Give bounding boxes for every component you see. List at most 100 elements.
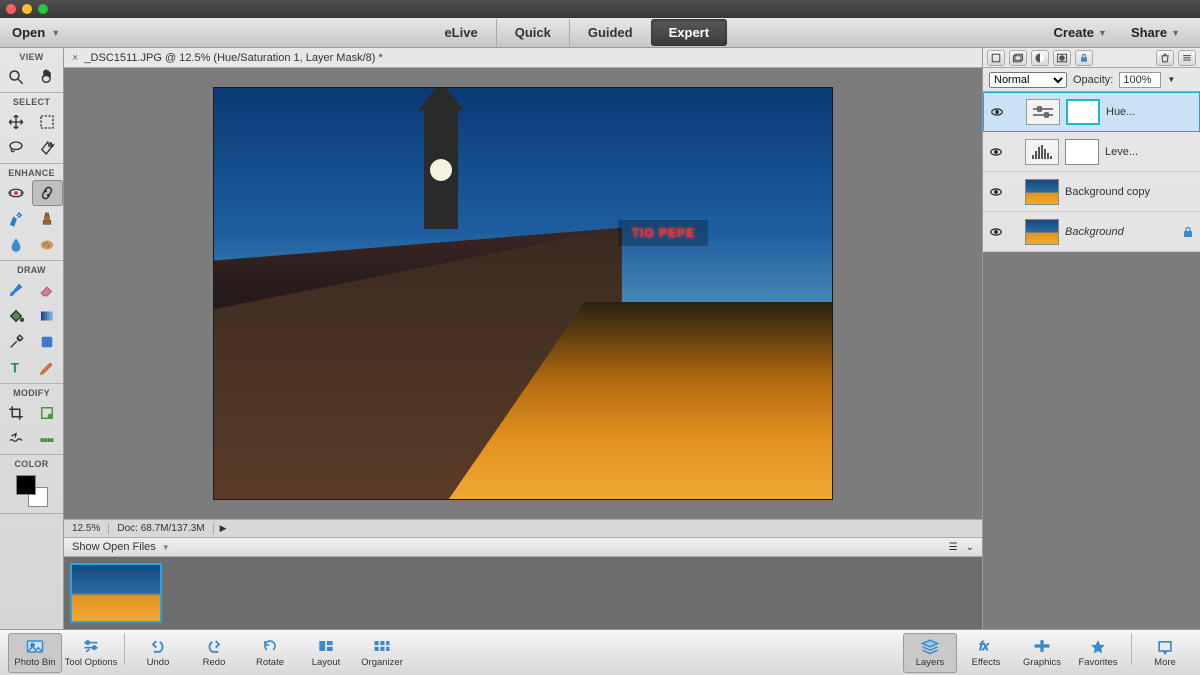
levels-icon [1025, 139, 1059, 165]
sponge-tool[interactable] [32, 232, 64, 258]
eyedropper-tool[interactable] [0, 329, 32, 355]
paint-bucket-tool[interactable] [0, 303, 32, 329]
tab-quick[interactable]: Quick [496, 19, 569, 46]
blur-tool[interactable] [0, 232, 32, 258]
gradient-tool[interactable] [32, 303, 64, 329]
clone-stamp-tool[interactable] [32, 206, 64, 232]
zoom-tool[interactable] [0, 64, 32, 90]
close-icon[interactable]: × [72, 52, 78, 64]
tab-guided[interactable]: Guided [569, 19, 651, 46]
list-view-icon[interactable]: ☰ [949, 542, 958, 553]
minimize-icon[interactable] [22, 4, 32, 14]
canvas[interactable]: TIO PEPE [213, 87, 833, 500]
open-menu[interactable]: Open ▼ [0, 25, 110, 40]
mode-tabs: eLive Quick Guided Expert [110, 19, 1044, 46]
app-toolbar: Open ▼ eLive Quick Guided Expert Create▼… [0, 18, 1200, 48]
chevron-down-icon[interactable]: ▼ [1167, 75, 1175, 84]
brush-tool[interactable] [0, 277, 32, 303]
image-clock [430, 159, 452, 181]
layer-row[interactable]: Background [983, 212, 1200, 252]
photo-bin-thumbnail[interactable] [70, 563, 162, 623]
open-label: Open [12, 25, 45, 40]
taskbar: Photo Bin Tool Options Undo Redo Rotate … [0, 629, 1200, 675]
panel-menu-icon[interactable] [1178, 50, 1196, 66]
layer-name[interactable]: Hue... [1106, 106, 1193, 118]
visibility-icon[interactable] [989, 145, 1003, 159]
layer-thumbnail [1025, 219, 1059, 245]
layer-row[interactable]: Hue... [983, 92, 1200, 132]
hue-saturation-icon [1026, 99, 1060, 125]
redeye-tool[interactable] [0, 180, 32, 206]
maximize-icon[interactable] [38, 4, 48, 14]
layers-button[interactable]: Layers [903, 633, 957, 673]
layer-row[interactable]: Background copy [983, 172, 1200, 212]
new-layer-icon[interactable] [987, 50, 1005, 66]
blend-mode-select[interactable]: Normal [989, 72, 1067, 88]
canvas-viewport[interactable]: TIO PEPE [64, 68, 982, 519]
adjustment-layer-icon[interactable] [1031, 50, 1049, 66]
straighten-tool[interactable] [32, 426, 64, 452]
organizer-button[interactable]: Organizer [355, 633, 409, 673]
layer-name[interactable]: Background [1065, 226, 1176, 238]
layer-name[interactable]: Leve... [1105, 146, 1194, 158]
visibility-icon[interactable] [989, 225, 1003, 239]
document-title: _DSC1511.JPG @ 12.5% (Hue/Saturation 1, … [84, 52, 382, 64]
new-group-icon[interactable] [1009, 50, 1027, 66]
layer-row[interactable]: Leve... [983, 132, 1200, 172]
zoom-display[interactable]: 12.5% [64, 523, 109, 534]
redo-button[interactable]: Redo [187, 633, 241, 673]
smart-brush-tool[interactable] [0, 206, 32, 232]
recompose-tool[interactable] [32, 400, 64, 426]
pencil-tool[interactable] [32, 355, 64, 381]
open-files-dropdown[interactable]: Show Open Files ▼ [72, 541, 170, 553]
graphics-button[interactable]: Graphics [1015, 633, 1069, 673]
document-area: × _DSC1511.JPG @ 12.5% (Hue/Saturation 1… [64, 48, 982, 629]
eraser-tool[interactable] [32, 277, 64, 303]
hand-tool[interactable] [32, 64, 64, 90]
lock-icon[interactable] [1075, 50, 1093, 66]
tab-elive[interactable]: eLive [426, 19, 495, 46]
quick-selection-tool[interactable] [32, 135, 64, 161]
layer-mask-thumb[interactable] [1066, 99, 1100, 125]
toolbox-section-enhance: ENHANCE [0, 166, 63, 180]
opacity-value[interactable]: 100% [1119, 72, 1161, 88]
favorites-button[interactable]: Favorites [1071, 633, 1125, 673]
lasso-tool[interactable] [0, 135, 32, 161]
more-button[interactable]: More [1138, 633, 1192, 673]
move-tool[interactable] [0, 109, 32, 135]
close-icon[interactable] [6, 4, 16, 14]
chevron-down-icon: ▼ [1171, 28, 1180, 38]
image-tower [424, 109, 458, 229]
doc-size-display[interactable]: Doc: 68.7M/137.3M [109, 523, 213, 534]
shape-tool[interactable] [32, 329, 64, 355]
status-menu-icon[interactable]: ▶ [214, 523, 233, 534]
tool-options-button[interactable]: Tool Options [64, 633, 118, 673]
share-menu[interactable]: Share▼ [1121, 21, 1190, 44]
layer-mask-icon[interactable] [1053, 50, 1071, 66]
rotate-button[interactable]: Rotate [243, 633, 297, 673]
color-swatches[interactable] [16, 475, 48, 507]
marquee-tool[interactable] [32, 109, 64, 135]
photo-bin-button[interactable]: Photo Bin [8, 633, 62, 673]
visibility-icon[interactable] [989, 185, 1003, 199]
layer-name[interactable]: Background copy [1065, 186, 1194, 198]
create-menu[interactable]: Create▼ [1044, 21, 1117, 44]
type-tool[interactable]: T [0, 355, 32, 381]
chevron-down-icon[interactable]: ⌄ [966, 542, 974, 553]
tab-expert[interactable]: Expert [651, 19, 727, 46]
content-aware-move-tool[interactable] [0, 426, 32, 452]
trash-icon[interactable] [1156, 50, 1174, 66]
layer-mask-thumb[interactable] [1065, 139, 1099, 165]
undo-button[interactable]: Undo [131, 633, 185, 673]
foreground-color-swatch[interactable] [16, 475, 36, 495]
document-tabbar: × _DSC1511.JPG @ 12.5% (Hue/Saturation 1… [64, 48, 982, 68]
effects-button[interactable]: fxEffects [959, 633, 1013, 673]
toolbox-section-color: COLOR [0, 457, 63, 471]
traffic-lights [6, 4, 48, 14]
visibility-icon[interactable] [990, 105, 1004, 119]
layout-button[interactable]: Layout [299, 633, 353, 673]
document-tab[interactable]: × _DSC1511.JPG @ 12.5% (Hue/Saturation 1… [64, 52, 391, 64]
svg-text:T: T [11, 361, 20, 376]
crop-tool[interactable] [0, 400, 32, 426]
spot-healing-tool[interactable] [32, 180, 64, 206]
